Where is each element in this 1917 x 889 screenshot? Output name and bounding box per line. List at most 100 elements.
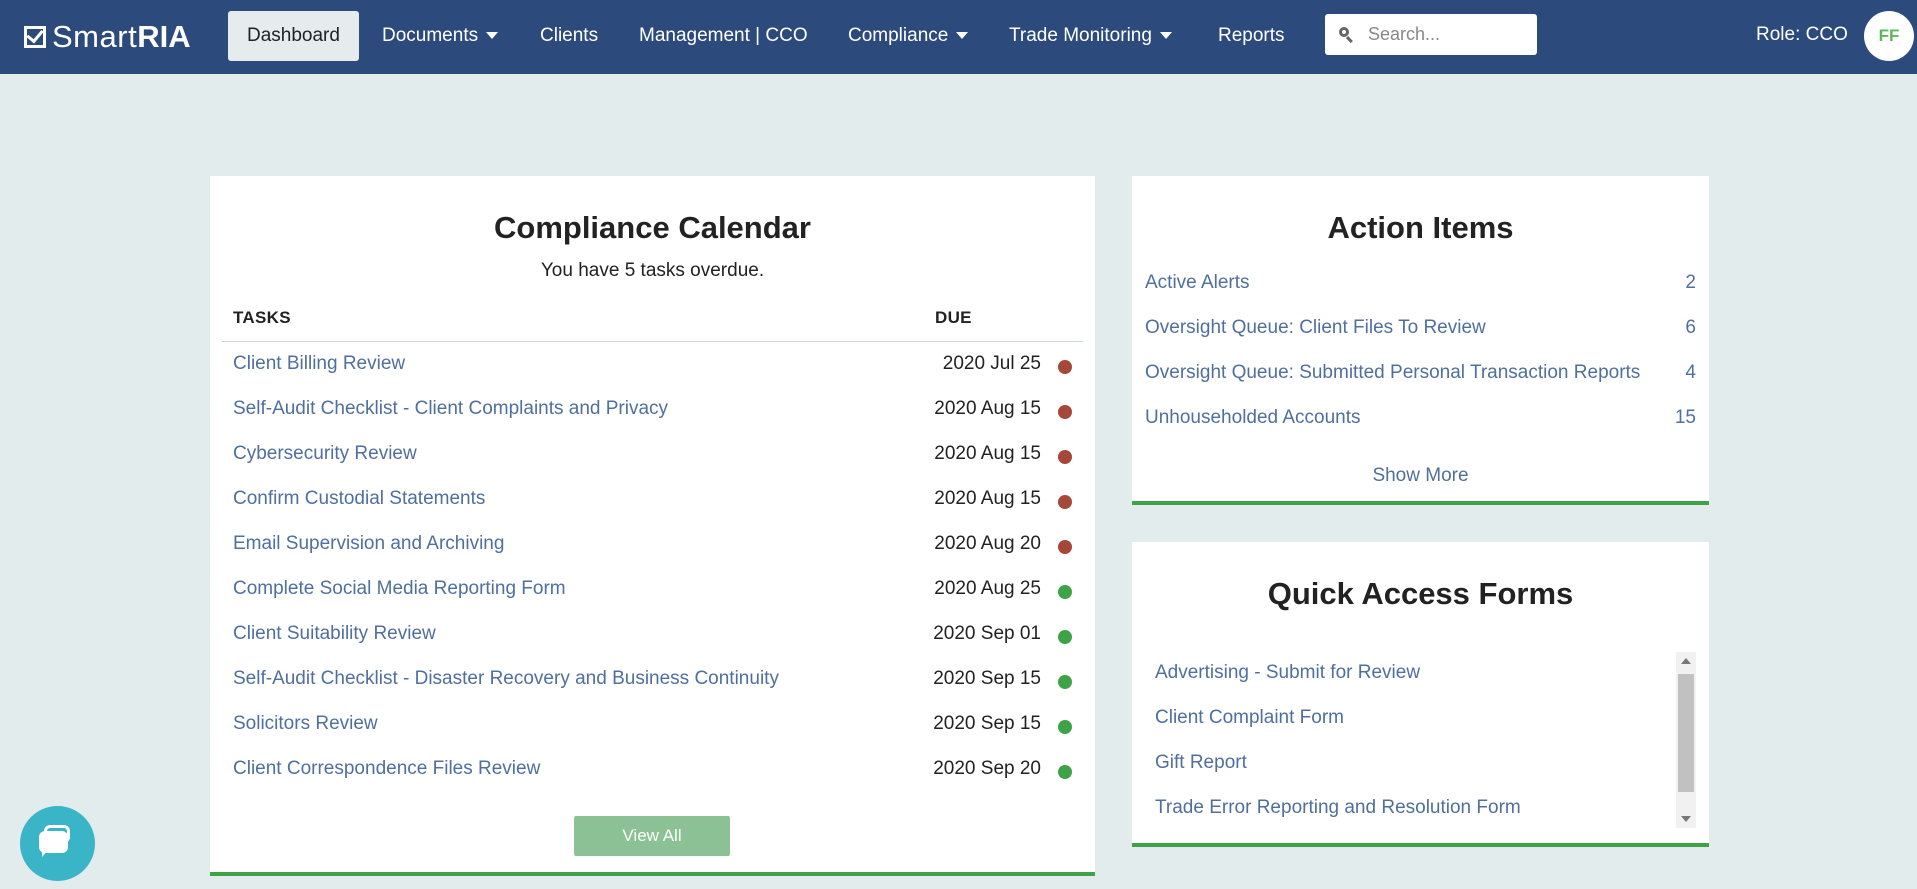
role-label[interactable]: Role: CCO [1756,24,1848,46]
nav-trade-monitoring[interactable]: Trade Monitoring [1009,11,1172,61]
status-dot-icon [1058,630,1072,644]
task-link[interactable]: Client Billing Review [233,353,405,375]
logo-text-smart: Smart [52,19,138,54]
show-more-link[interactable]: Show More [1132,465,1709,487]
action-item-label[interactable]: Active Alerts [1145,272,1250,294]
checkbox-icon [24,26,46,48]
search-icon [1339,27,1354,44]
view-all-button[interactable]: View All [574,816,730,856]
status-dot-icon [1058,495,1072,509]
chat-button[interactable] [20,806,95,881]
action-item-row[interactable]: Oversight Queue: Submitted Personal Tran… [1145,351,1696,396]
task-due-date: 2020 Sep 20 [933,758,1041,779]
task-due-date: 2020 Aug 25 [934,578,1041,599]
form-link[interactable]: Client Complaint Form [1155,707,1344,752]
search-input[interactable] [1366,23,1520,46]
overdue-summary: You have 5 tasks overdue. [540,260,765,281]
status-dot-icon [1058,765,1072,779]
panel-title: Action Items [1327,210,1514,245]
scroll-thumb[interactable] [1678,674,1694,792]
smartria-logo[interactable]: Smart RIA [24,19,191,54]
nav-clients-label: Clients [540,25,599,46]
nav-dashboard-label: Dashboard [247,25,340,46]
nav-compliance[interactable]: Compliance [848,11,969,61]
action-item-row[interactable]: Oversight Queue: Client Files To Review 6 [1145,306,1696,351]
form-link[interactable]: Advertising - Submit for Review [1155,662,1420,707]
nav-dashboard[interactable]: Dashboard [228,11,359,61]
action-item-row[interactable]: Active Alerts 2 [1145,261,1696,306]
action-item-count[interactable]: 6 [1685,317,1696,339]
nav-clients[interactable]: Clients [540,11,598,61]
status-dot-icon [1058,405,1072,419]
nav-trade-monitoring-label: Trade Monitoring [1009,25,1152,46]
forms-scrollbar[interactable] [1676,652,1696,828]
panel-title: Quick Access Forms [1267,576,1574,611]
action-item-label[interactable]: Unhouseholded Accounts [1145,407,1361,429]
nav-documents-label: Documents [382,25,479,46]
forms-list: Advertising - Submit for Review Client Co… [1145,652,1696,828]
task-row: Confirm Custodial Statements 2020 Aug 15 [210,477,1095,522]
task-link[interactable]: Self-Audit Checklist - Disaster Recovery… [233,668,779,690]
task-due-date: 2020 Aug 15 [934,488,1041,509]
task-row: Client Suitability Review 2020 Sep 01 [210,612,1095,657]
task-link[interactable]: Client Suitability Review [233,623,436,645]
task-link[interactable]: Confirm Custodial Statements [233,488,485,510]
task-row: Email Supervision and Archiving 2020 Aug … [210,522,1095,567]
nav-documents[interactable]: Documents [382,11,499,61]
status-dot-icon [1058,720,1072,734]
action-item-label[interactable]: Oversight Queue: Submitted Personal Tran… [1145,362,1640,384]
nav-management-cco[interactable]: Management | CCO [639,11,808,61]
task-row: Client Billing Review 2020 Jul 25 [210,342,1095,387]
status-dot-icon [1058,540,1072,554]
task-row: Cybersecurity Review 2020 Aug 15 [210,432,1095,477]
column-header-due: DUE [935,308,972,327]
status-dot-icon [1058,360,1072,374]
form-link[interactable]: Trade Error Reporting and Resolution For… [1155,797,1521,828]
task-link[interactable]: Self-Audit Checklist - Client Complaints… [233,398,668,420]
task-row: Client Correspondence Files Review 2020 S… [210,747,1095,792]
task-link[interactable]: Cybersecurity Review [233,443,417,465]
nav-compliance-label: Compliance [848,25,949,46]
compliance-calendar-panel: Compliance Calendar You have 5 tasks ove… [210,176,1095,876]
panel-title: Compliance Calendar [494,210,811,245]
task-link[interactable]: Client Correspondence Files Review [233,758,540,780]
status-dot-icon [1058,675,1072,689]
column-header-tasks: TASKS [233,308,291,327]
task-link[interactable]: Solicitors Review [233,713,378,735]
task-due-date: 2020 Sep 15 [933,713,1041,734]
task-link[interactable]: Email Supervision and Archiving [233,533,504,555]
nav-management-label: Management | CCO [639,25,808,46]
task-row: Self-Audit Checklist - Client Complaints… [210,387,1095,432]
scroll-up-icon[interactable] [1681,658,1691,664]
task-due-date: 2020 Jul 25 [942,353,1041,374]
scroll-down-icon[interactable] [1681,816,1691,822]
logo-text-ria: RIA [137,19,191,54]
action-items-panel: Action Items Active Alerts 2 Oversight Que… [1132,176,1709,505]
search-box[interactable] [1325,14,1537,55]
task-link[interactable]: Complete Social Media Reporting Form [233,578,566,600]
top-navbar: Smart RIA Dashboard Documents Clients Man… [0,0,1917,74]
task-row: Self-Audit Checklist - Disaster Recovery… [210,657,1095,702]
chevron-down-icon [956,32,969,40]
task-due-date: 2020 Aug 15 [934,398,1041,419]
task-due-date: 2020 Sep 15 [933,668,1041,689]
task-row: Complete Social Media Reporting Form 2020… [210,567,1095,612]
task-due-date: 2020 Sep 01 [933,623,1041,644]
status-dot-icon [1058,450,1072,464]
task-due-date: 2020 Aug 20 [934,533,1041,554]
action-item-count[interactable]: 2 [1685,272,1696,294]
task-due-date: 2020 Aug 15 [934,443,1041,464]
action-item-count[interactable]: 15 [1675,407,1696,429]
action-item-count[interactable]: 4 [1685,362,1696,384]
chat-icon-tail [42,850,48,857]
chevron-down-icon [1159,32,1172,40]
nav-reports-label: Reports [1218,25,1285,46]
status-dot-icon [1058,585,1072,599]
chevron-down-icon [486,32,499,40]
action-item-label[interactable]: Oversight Queue: Client Files To Review [1145,317,1486,339]
action-item-row[interactable]: Unhouseholded Accounts 15 [1145,396,1696,441]
form-link[interactable]: Gift Report [1155,752,1247,797]
avatar[interactable]: FF [1864,11,1914,61]
task-row: Solicitors Review 2020 Sep 15 [210,702,1095,747]
nav-reports[interactable]: Reports [1218,11,1285,61]
